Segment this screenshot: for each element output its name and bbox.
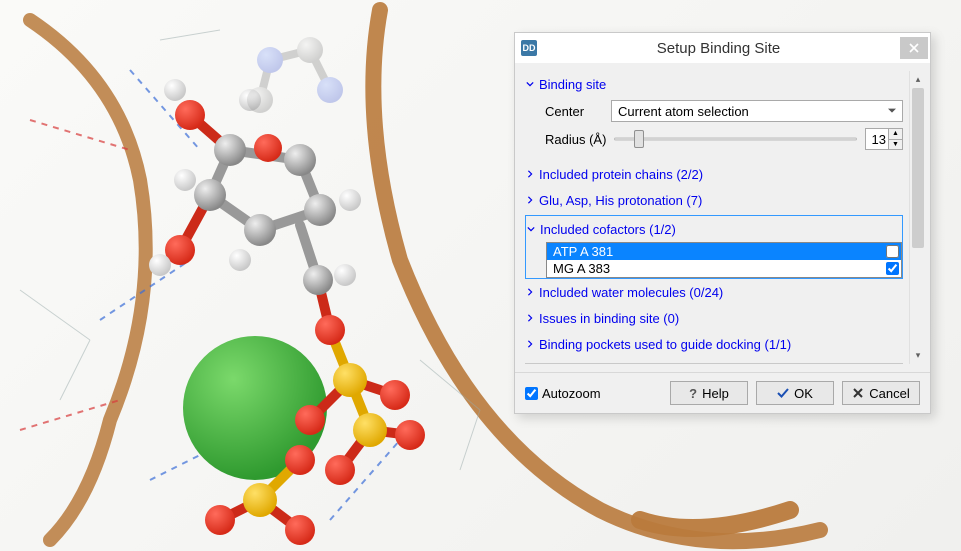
button-label: Help	[702, 386, 729, 401]
chevron-right-icon	[525, 288, 535, 296]
close-button[interactable]	[900, 37, 928, 59]
chevron-right-icon	[525, 170, 535, 178]
section-label: Issues in binding site (0)	[539, 311, 679, 326]
chevron-right-icon	[525, 196, 535, 204]
cofactor-checkbox[interactable]	[886, 245, 899, 258]
radius-slider[interactable]	[614, 128, 857, 150]
help-button[interactable]: ? Help	[670, 381, 748, 405]
chevron-right-icon	[525, 314, 535, 322]
ok-button[interactable]: OK	[756, 381, 834, 405]
section-label: Included protein chains (2/2)	[539, 167, 703, 182]
section-protein-chains[interactable]: Included protein chains (2/2)	[525, 161, 903, 187]
dialog-titlebar[interactable]: DD Setup Binding Site	[515, 33, 930, 63]
cofactor-item-atp[interactable]: ATP A 381	[547, 243, 901, 260]
cofactor-label: ATP A 381	[553, 244, 613, 259]
radius-input[interactable]	[866, 129, 888, 149]
autozoom-input[interactable]	[525, 387, 538, 400]
center-dropdown[interactable]: Current atom selection	[611, 100, 903, 122]
slider-thumb[interactable]	[634, 130, 644, 148]
spin-down[interactable]: ▼	[889, 140, 902, 150]
dialog-title: Setup Binding Site	[537, 40, 900, 57]
autozoom-checkbox[interactable]: Autozoom	[525, 386, 662, 401]
center-value: Current atom selection	[618, 104, 749, 119]
button-label: OK	[794, 386, 813, 401]
button-label: Cancel	[869, 386, 909, 401]
section-label: Included cofactors (1/2)	[540, 222, 676, 237]
cancel-button[interactable]: Cancel	[842, 381, 920, 405]
section-cofactors[interactable]: Included cofactors (1/2)	[526, 216, 902, 242]
chevron-down-icon	[526, 225, 536, 233]
chevron-down-icon	[525, 80, 535, 88]
scroll-up-icon[interactable]: ▴	[910, 71, 926, 88]
section-label: Binding pockets used to guide docking (1…	[539, 337, 791, 352]
chevron-right-icon	[525, 340, 535, 348]
close-icon	[852, 387, 864, 399]
section-pockets[interactable]: Binding pockets used to guide docking (1…	[525, 331, 903, 357]
section-binding-site[interactable]: Binding site	[525, 71, 903, 97]
center-label: Center	[545, 104, 603, 119]
cofactor-label: MG A 383	[553, 261, 610, 276]
app-icon: DD	[521, 40, 537, 56]
cofactor-list: ATP A 381 MG A 383	[546, 242, 902, 278]
cofactor-item-mg[interactable]: MG A 383	[547, 260, 901, 277]
autozoom-label: Autozoom	[542, 386, 601, 401]
spin-up[interactable]: ▲	[889, 129, 902, 140]
section-label: Glu, Asp, His protonation (7)	[539, 193, 702, 208]
section-water[interactable]: Included water molecules (0/24)	[525, 279, 903, 305]
section-issues[interactable]: Issues in binding site (0)	[525, 305, 903, 331]
help-icon: ?	[689, 386, 697, 401]
scroll-down-icon[interactable]: ▾	[910, 347, 926, 364]
separator	[525, 363, 903, 364]
setup-binding-site-dialog: DD Setup Binding Site Binding site Cente…	[514, 32, 931, 414]
check-icon	[777, 387, 789, 399]
cofactor-checkbox[interactable]	[886, 262, 899, 275]
radius-spinbox[interactable]: ▲ ▼	[865, 128, 903, 150]
scroll-thumb[interactable]	[912, 88, 924, 248]
section-protonation[interactable]: Glu, Asp, His protonation (7)	[525, 187, 903, 213]
section-label: Binding site	[539, 77, 606, 92]
radius-label: Radius (Å)	[545, 132, 606, 147]
dialog-scrollbar[interactable]: ▴ ▾	[909, 71, 926, 364]
section-label: Included water molecules (0/24)	[539, 285, 723, 300]
